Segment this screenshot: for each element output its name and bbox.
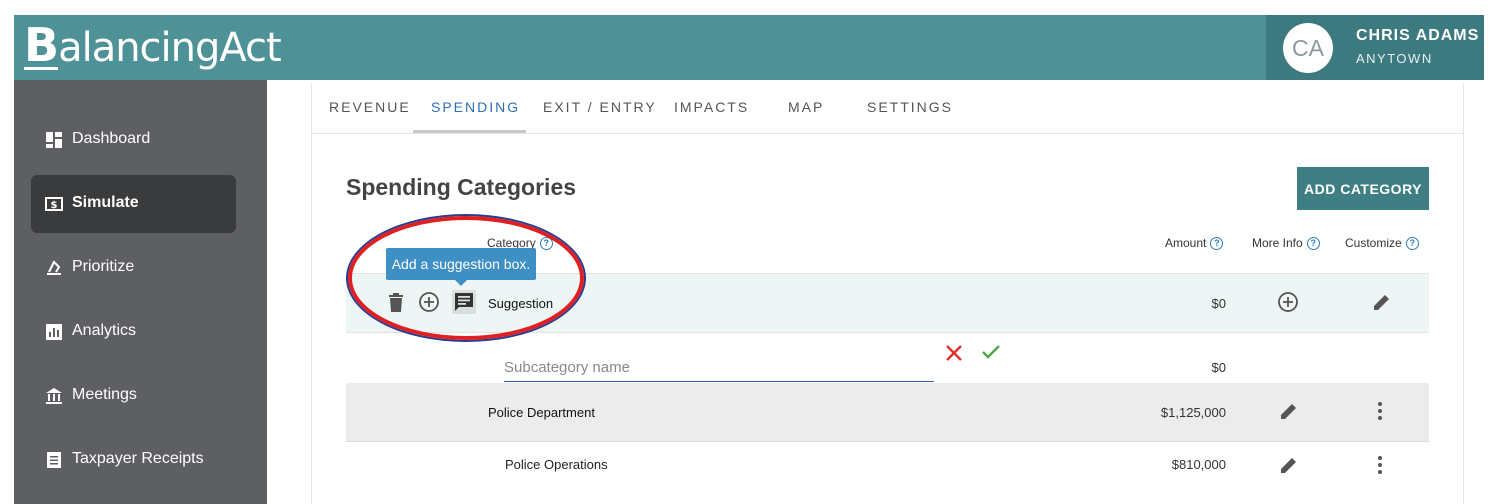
tab-map[interactable]: MAP — [788, 99, 824, 115]
building-icon — [46, 388, 62, 404]
check-icon[interactable] — [981, 343, 1001, 361]
add-circle-icon[interactable] — [1277, 291, 1299, 313]
sidebar-item-label: Simulate — [72, 194, 139, 211]
more-vert-icon[interactable] — [1377, 455, 1383, 475]
sidebar-item-label: Taxpayer Receipts — [72, 450, 204, 467]
bar-chart-icon — [46, 324, 62, 340]
user-panel[interactable]: CA CHRIS ADAMS ANYTOWN — [1266, 15, 1484, 80]
sidebar-item-label: Analytics — [72, 322, 137, 339]
tab-revenue[interactable]: REVENUE — [329, 99, 411, 115]
avatar[interactable]: CA — [1283, 23, 1333, 73]
row-amount: $1,125,000 — [1160, 405, 1226, 420]
page-title: Spending Categories — [346, 174, 577, 200]
sidebar-item-analytics[interactable]: Analytics — [31, 303, 236, 361]
svg-text:$: $ — [51, 200, 58, 211]
active-tab-indicator — [413, 130, 526, 133]
user-location: ANYTOWN — [1356, 51, 1433, 66]
receipt-icon — [47, 452, 61, 468]
column-header-customize: Customize? — [1345, 236, 1419, 251]
subcategory-name-input[interactable] — [504, 353, 934, 382]
column-header-more-info: More Info? — [1252, 236, 1320, 251]
pencil-icon[interactable] — [1372, 292, 1392, 312]
sidebar-item-simulate[interactable]: $ Simulate — [31, 175, 236, 233]
annotation-highlight-circle — [348, 216, 584, 340]
table-row-police-operations: Police Operations $810,000 — [346, 442, 1429, 494]
sidebar-item-label: Prioritize — [72, 258, 135, 275]
column-label: Amount — [1165, 236, 1207, 250]
dashboard-icon — [46, 132, 62, 148]
sidebar-item-taxpayer-receipts[interactable]: Taxpayer Receipts — [31, 431, 236, 489]
more-vert-icon[interactable] — [1377, 401, 1383, 421]
tab-spending[interactable]: SPENDING — [431, 99, 520, 115]
row-amount: $810,000 — [1171, 457, 1226, 472]
help-icon[interactable]: ? — [1210, 237, 1224, 251]
sidebar-item-label: Dashboard — [72, 130, 151, 147]
cancel-icon[interactable] — [945, 344, 963, 362]
sidebar-item-meetings[interactable]: Meetings — [31, 367, 236, 425]
pencil-icon[interactable] — [1279, 401, 1299, 421]
tab-bar: REVENUE SPENDING EXIT / ENTRY IMPACTS MA… — [312, 83, 1463, 134]
row-amount: $0 — [1211, 360, 1226, 375]
pencil-icon[interactable] — [1279, 455, 1299, 475]
sidebar-item-label: Meetings — [72, 386, 137, 403]
row-label: Police Operations — [505, 457, 608, 472]
tab-impacts[interactable]: IMPACTS — [674, 99, 749, 115]
add-category-button[interactable]: ADD CATEGORY — [1297, 167, 1429, 210]
column-header-amount: Amount? — [1165, 236, 1224, 251]
sidebar-item-prioritize[interactable]: Prioritize — [31, 239, 236, 297]
app-logo[interactable]: BalancingAct — [24, 21, 282, 72]
help-icon[interactable]: ? — [1405, 237, 1419, 251]
scale-icon — [47, 260, 61, 275]
sidebar-item-dashboard[interactable]: Dashboard — [31, 111, 236, 169]
user-name: CHRIS ADAMS — [1356, 27, 1480, 44]
tab-settings[interactable]: SETTINGS — [867, 99, 953, 115]
table-row-police-department: Police Department $1,125,000 — [346, 383, 1429, 442]
row-amount: $0 — [1211, 296, 1226, 311]
tab-exit-entry[interactable]: EXIT / ENTRY — [543, 99, 657, 115]
row-label: Police Department — [488, 405, 595, 420]
help-icon[interactable]: ? — [1306, 237, 1320, 251]
dollar-icon: $ — [45, 197, 63, 211]
sidebar: Dashboard $ Simulate Prioritize Analytic… — [14, 80, 267, 504]
app-header: BalancingAct CA CHRIS ADAMS ANYTOWN — [14, 15, 1484, 80]
column-label: More Info — [1252, 236, 1303, 250]
column-label: Customize — [1345, 236, 1402, 250]
